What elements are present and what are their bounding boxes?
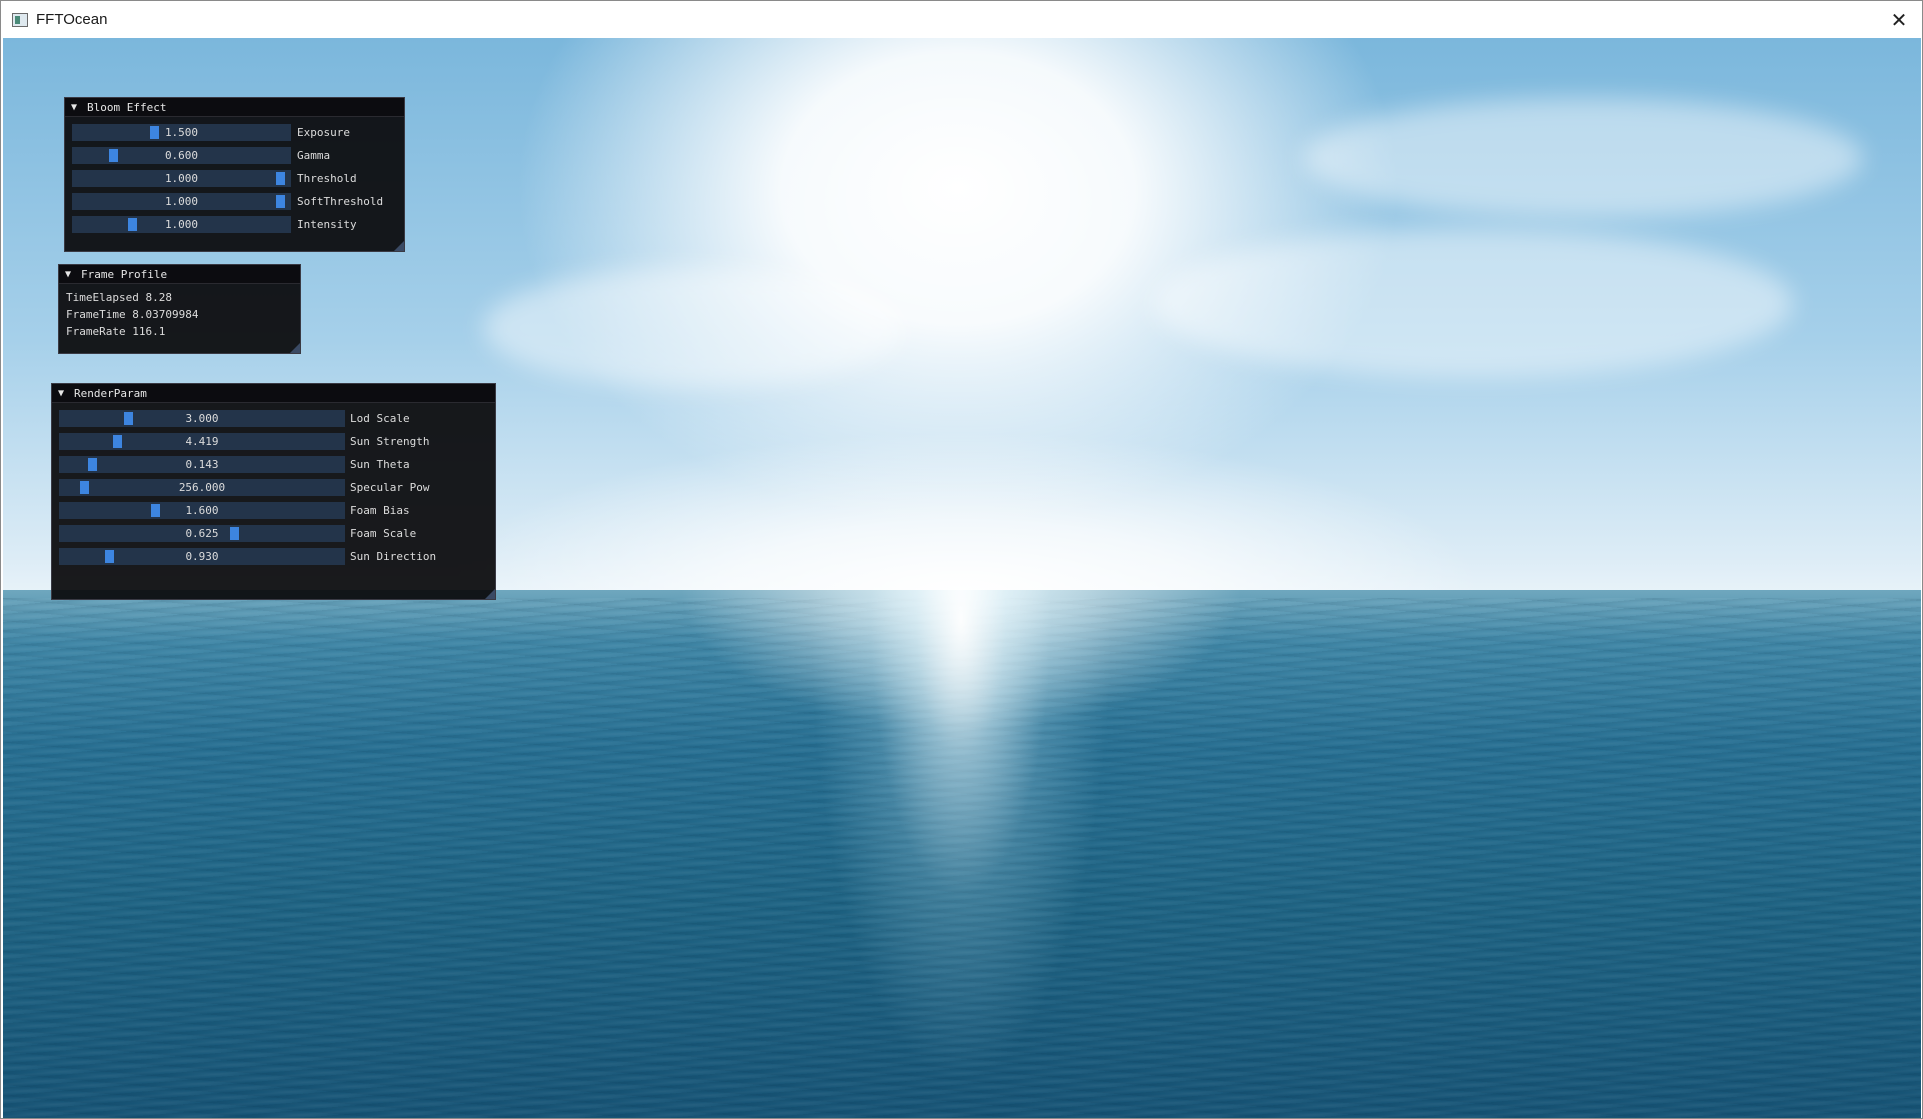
resize-grip-icon[interactable] [485,589,495,599]
slider-intensity[interactable]: 1.000 [72,216,291,233]
slider-label: Foam Bias [350,504,410,517]
resize-grip-icon[interactable] [290,343,300,353]
slider-label: Sun Strength [350,435,430,448]
window-title: FFTOcean [36,11,108,28]
slider-value: 0.625 [185,527,219,540]
close-button[interactable]: ✕ [1876,1,1922,38]
slider-value: 0.143 [185,458,219,471]
panel-title: Frame Profile [81,267,168,281]
slider-value: 0.930 [185,550,219,563]
collapse-arrow-icon[interactable]: ▼ [58,388,70,399]
sun-reflection [3,590,1921,1118]
sky-cloud [483,268,903,388]
slider-gamma[interactable]: 0.600 [72,147,291,164]
slider-label: Exposure [297,126,350,139]
slider-value: 1.000 [164,195,199,208]
slider-exposure[interactable]: 1.500 [72,124,291,141]
slider-value: 1.000 [164,218,199,231]
slider-value: 1.000 [164,172,199,185]
render-param-header[interactable]: ▼ RenderParam [52,384,495,403]
sky-cloud [1303,98,1863,218]
slider-foam-bias[interactable]: 1.600 [59,502,345,519]
slider-label: Sun Direction [350,550,437,563]
slider-sun-theta[interactable]: 0.143 [59,456,345,473]
app-window-icon [12,12,28,27]
ocean-render-viewport[interactable]: ▼ Bloom Effect 1.500 Exposure 0.600 Gamma 1.… [3,38,1921,1118]
slider-label: Sun Theta [350,458,410,471]
panel-title: Bloom Effect [87,100,167,114]
resize-grip-icon[interactable] [394,241,404,251]
slider-value: 256.000 [178,481,226,494]
collapse-arrow-icon[interactable]: ▼ [65,269,77,280]
slider-value: 1.600 [185,504,219,517]
sky-cloud [1153,228,1793,378]
bloom-effect-header[interactable]: ▼ Bloom Effect [65,98,404,117]
slider-label: Threshold [297,172,357,185]
slider-lod-scale[interactable]: 3.000 [59,410,345,427]
slider-value: 1.500 [164,126,199,139]
bloom-effect-panel[interactable]: ▼ Bloom Effect 1.500 Exposure 0.600 Gamma 1.… [64,97,405,252]
app-window: FFTOcean ✕ ▼ Bloom Effect 1.500 Exposure 0… [0,0,1923,1119]
slider-threshold[interactable]: 1.000 [72,170,291,187]
time-elapsed-readout: TimeElapsed 8.28 [66,291,172,304]
slider-value: 0.600 [164,149,199,162]
render-param-panel[interactable]: ▼ RenderParam 3.000 Lod Scale 4.419 Sun Str… [51,383,496,600]
slider-sun-strength[interactable]: 4.419 [59,433,345,450]
slider-label: Gamma [297,149,331,162]
frame-profile-panel[interactable]: ▼ Frame Profile TimeElapsed 8.28 FrameTi… [58,264,301,354]
slider-value: 4.419 [185,435,219,448]
slider-label: Intensity [297,218,357,231]
slider-specular-pow[interactable]: 256.000 [59,479,345,496]
collapse-arrow-icon[interactable]: ▼ [71,102,83,113]
slider-softthreshold[interactable]: 1.000 [72,193,291,210]
frame-rate-readout: FrameRate 116.1 [66,325,166,338]
slider-label: Foam Scale [350,527,417,540]
slider-label: SoftThreshold [297,195,384,208]
slider-label: Specular Pow [350,481,430,494]
title-bar[interactable]: FFTOcean ✕ [1,1,1922,38]
frame-time-readout: FrameTime 8.03709984 [66,308,199,321]
panel-title: RenderParam [74,386,147,400]
frame-profile-header[interactable]: ▼ Frame Profile [59,265,300,284]
slider-sun-direction[interactable]: 0.930 [59,548,345,565]
slider-label: Lod Scale [350,412,410,425]
slider-foam-scale[interactable]: 0.625 [59,525,345,542]
slider-value: 3.000 [185,412,219,425]
